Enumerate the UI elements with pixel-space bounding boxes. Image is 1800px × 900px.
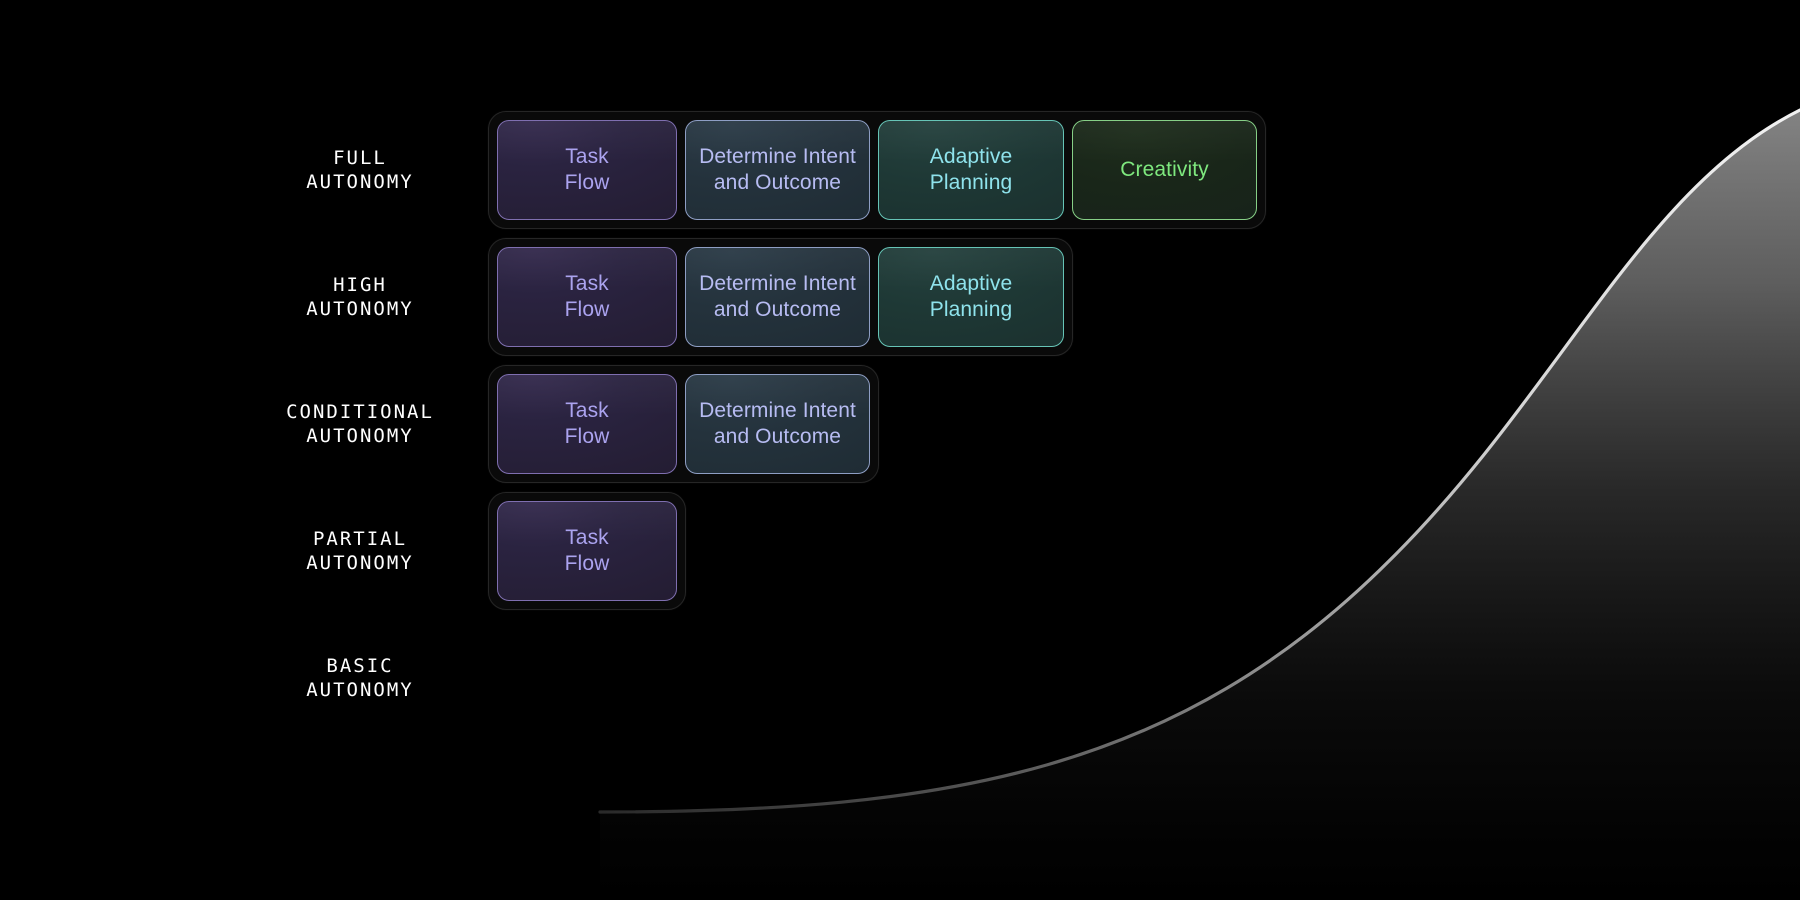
card-adaptive-planning[interactable]: Adaptive Planning [878, 247, 1064, 347]
card-label: Determine Intent and Outcome [699, 399, 856, 448]
card-creativity[interactable]: Creativity [1072, 120, 1257, 220]
capability-track-partial-autonomy: Task Flow [488, 492, 686, 610]
capability-track-full-autonomy: Task Flow Determine Intent and Outcome Ada… [488, 111, 1266, 229]
card-adaptive-planning[interactable]: Adaptive Planning [878, 120, 1064, 220]
capability-track-conditional-autonomy: Task Flow Determine Intent and Outcome [488, 365, 879, 483]
row-label-high-autonomy: HIGH AUTONOMY [306, 274, 414, 320]
row-label-full-autonomy: FULL AUTONOMY [306, 147, 414, 193]
row-label-basic-autonomy: BASIC AUTONOMY [306, 655, 414, 701]
card-task-flow[interactable]: Task Flow [497, 120, 677, 220]
card-label: Creativity [1120, 158, 1209, 181]
capability-track-high-autonomy: Task Flow Determine Intent and Outcome Ada… [488, 238, 1073, 356]
card-label: Determine Intent and Outcome [699, 145, 856, 194]
card-determine-intent-and-outcome[interactable]: Determine Intent and Outcome [685, 247, 870, 347]
card-label: Determine Intent and Outcome [699, 272, 856, 321]
card-determine-intent-and-outcome[interactable]: Determine Intent and Outcome [685, 120, 870, 220]
row-label-partial-autonomy: PARTIAL AUTONOMY [306, 528, 414, 574]
card-determine-intent-and-outcome[interactable]: Determine Intent and Outcome [685, 374, 870, 474]
card-label: Task Flow [564, 399, 610, 448]
card-label: Task Flow [564, 145, 610, 194]
card-task-flow[interactable]: Task Flow [497, 501, 677, 601]
card-task-flow[interactable]: Task Flow [497, 247, 677, 347]
card-label: Task Flow [564, 272, 610, 321]
card-label: Task Flow [564, 526, 610, 575]
autonomy-ladder: FULL AUTONOMY Task Flow Determine Intent a… [0, 0, 1800, 900]
row-label-conditional-autonomy: CONDITIONAL AUTONOMY [286, 401, 434, 447]
card-task-flow[interactable]: Task Flow [497, 374, 677, 474]
card-label: Adaptive Planning [929, 272, 1013, 321]
card-label: Adaptive Planning [929, 145, 1013, 194]
